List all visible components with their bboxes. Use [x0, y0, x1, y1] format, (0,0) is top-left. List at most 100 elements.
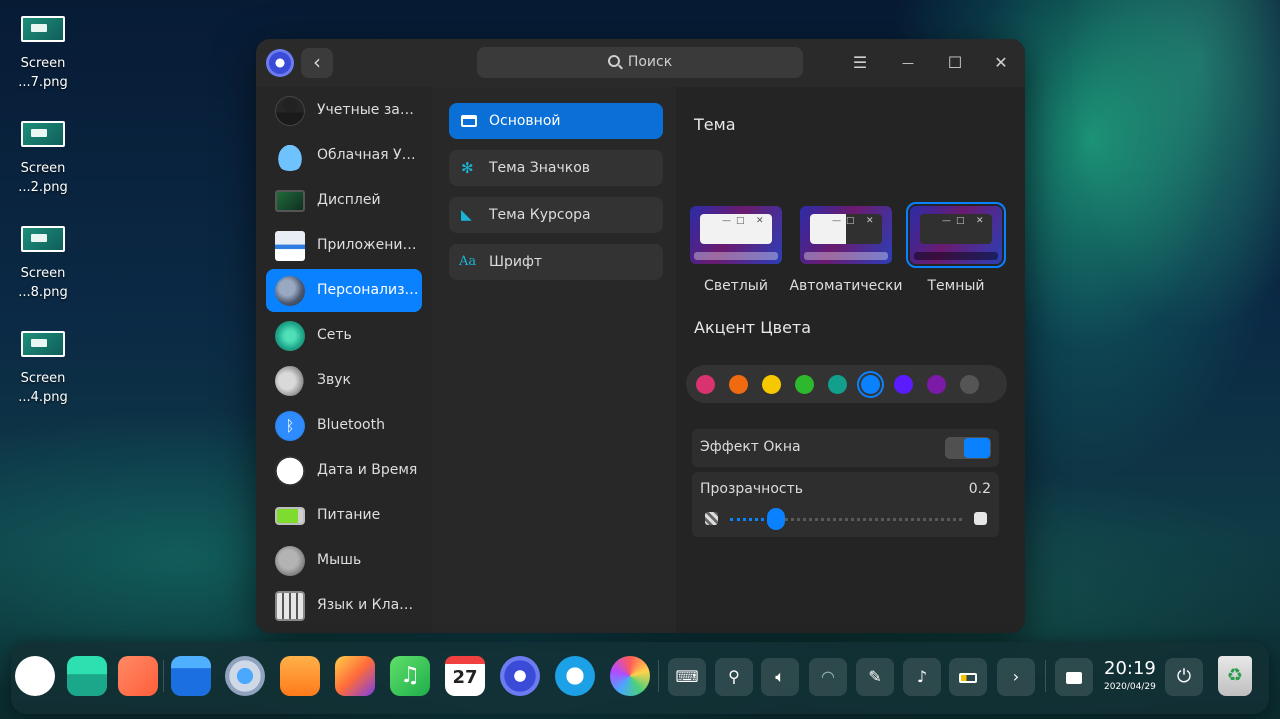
- subnav: Основной ✻ Тема Значков ◣ Тема Курсора A…: [432, 87, 676, 633]
- accent-title: Акцент Цвета: [694, 318, 812, 337]
- usb-icon[interactable]: ⚲: [715, 658, 753, 696]
- desktop-file-4[interactable]: Screen ...4.png: [14, 331, 72, 407]
- file-manager-icon[interactable]: [171, 656, 211, 696]
- accent-swatch-yellow[interactable]: [762, 375, 781, 394]
- battery-icon: [275, 507, 305, 525]
- accent-swatch-teal[interactable]: [828, 375, 847, 394]
- personalization-icon: [275, 276, 305, 306]
- sidebar-item-bluetooth[interactable]: ᛒ Bluetooth: [266, 404, 422, 447]
- theme-light-preview[interactable]: — □ ✕: [690, 206, 782, 264]
- sidebar-item-default-apps[interactable]: Приложения по умолчанию: [266, 224, 422, 267]
- accent-swatch-orange[interactable]: [729, 375, 748, 394]
- launcher-icon[interactable]: [15, 656, 55, 696]
- power-icon[interactable]: ⏻: [1165, 658, 1203, 696]
- close-button[interactable]: ✕: [987, 49, 1015, 77]
- subnav-item-general[interactable]: Основной: [449, 103, 663, 139]
- sidebar-item-accounts[interactable]: Учетные записи: [266, 89, 422, 132]
- settings-window: ‹ Поиск ☰ — ☐ ✕ Учетные записи Облачная …: [256, 39, 1025, 633]
- music-icon[interactable]: ♫: [390, 656, 430, 696]
- desktop-file-name: Screen ...2.png: [18, 161, 68, 195]
- keyboard-icon[interactable]: ⌨: [668, 658, 706, 696]
- subnav-item-cursor-theme[interactable]: ◣ Тема Курсора: [449, 197, 663, 233]
- pen-icon[interactable]: ✎: [856, 658, 894, 696]
- volume-icon[interactable]: 🔈︎: [761, 658, 799, 696]
- dock-separator: [658, 660, 659, 692]
- window-icon: [461, 115, 477, 127]
- sidebar-item-network[interactable]: Сеть: [266, 314, 422, 357]
- window-effect-toggle[interactable]: [945, 437, 991, 459]
- minimize-button[interactable]: —: [894, 49, 922, 77]
- chevron-right-icon[interactable]: ›: [997, 658, 1035, 696]
- subnav-item-icon-theme[interactable]: ✻ Тема Значков: [449, 150, 663, 186]
- desktop-file-3[interactable]: Screen ...8.png: [14, 226, 72, 302]
- image-viewer-icon[interactable]: [335, 656, 375, 696]
- transparency-slider-handle[interactable]: [767, 508, 786, 530]
- sidebar-item-power[interactable]: Питание: [266, 494, 422, 537]
- theme-auto-label: Автоматически: [789, 278, 903, 294]
- bell-icon[interactable]: ♪: [903, 658, 941, 696]
- theme-title: Тема: [694, 115, 736, 134]
- subnav-item-font[interactable]: Aa Шрифт: [449, 244, 663, 280]
- sidebar-item-display[interactable]: Дисплей: [266, 179, 422, 222]
- mouse-icon: [275, 546, 305, 576]
- sidebar-item-datetime[interactable]: Дата и Время: [266, 449, 422, 492]
- battery-icon[interactable]: [949, 658, 987, 696]
- theme-auto-preview[interactable]: — □ ✕: [800, 206, 892, 264]
- input-method-icon[interactable]: [1055, 658, 1093, 696]
- settings-app-icon: [266, 49, 294, 77]
- sidebar-item-label: Приложения по умолчанию: [317, 237, 421, 253]
- window-effect-label: Эффект Окна: [700, 439, 801, 455]
- image-file-icon: [21, 226, 65, 252]
- back-button[interactable]: ‹: [301, 48, 333, 78]
- sidebar-item-mouse[interactable]: Мышь: [266, 539, 422, 582]
- dock-separator: [1045, 660, 1046, 692]
- browser-icon[interactable]: [225, 656, 265, 696]
- accent-swatch-blue[interactable]: [861, 375, 880, 394]
- dock-separator: [163, 660, 164, 692]
- general-settings: Тема — □ ✕ — □ ✕ — □ ✕ Светлый Автоматически Т…: [676, 87, 1025, 633]
- transparency-value: 0.2: [968, 481, 991, 497]
- calendar-day: 27: [452, 667, 478, 688]
- sound-icon: [275, 366, 305, 396]
- accent-swatch-indigo[interactable]: [894, 375, 913, 394]
- window-effect-row: Эффект Окна: [692, 429, 999, 467]
- menu-button[interactable]: ☰: [846, 49, 874, 77]
- theme-dark-preview[interactable]: — □ ✕: [906, 202, 1006, 268]
- desktop-file-2[interactable]: Screen ...2.png: [14, 121, 72, 197]
- accent-swatch-green[interactable]: [795, 375, 814, 394]
- wifi-icon[interactable]: ◠: [809, 658, 847, 696]
- desktop-file-1[interactable]: Screen ...7.png: [14, 16, 72, 92]
- sidebar-item-keyboard[interactable]: Язык и Клавиатура: [266, 584, 422, 627]
- settings-icon[interactable]: [500, 656, 540, 696]
- transparency-high-icon: [974, 512, 987, 525]
- sidebar-item-sound[interactable]: Звук: [266, 359, 422, 402]
- search-placeholder: Поиск: [627, 54, 673, 70]
- icon-theme-icon: ✻: [461, 159, 474, 177]
- search-input[interactable]: Поиск: [477, 47, 803, 78]
- default-apps-icon: [275, 231, 305, 261]
- clock-date: 2020/04/29: [1104, 682, 1156, 692]
- font-icon: Aa: [459, 254, 477, 269]
- sidebar-item-personalization[interactable]: Персонализация: [266, 269, 422, 312]
- deepin-assistant-icon[interactable]: [555, 656, 595, 696]
- dock: ♫ 27 ⌨ ⚲ 🔈︎ ◠ ✎ ♪ › 20:19 2020/04/29 ⏻ ♻: [11, 642, 1269, 714]
- sidebar-item-cloud[interactable]: Облачная Учетная запись: [266, 134, 422, 177]
- clock-time[interactable]: 20:19: [1104, 658, 1156, 679]
- accent-swatch-gray[interactable]: [960, 375, 979, 394]
- app-store-bag-icon[interactable]: [280, 656, 320, 696]
- subnav-item-label: Основной: [489, 113, 561, 129]
- display-icon: [275, 190, 305, 212]
- theme-light-label: Светлый: [704, 278, 768, 294]
- maximize-button[interactable]: ☐: [941, 49, 969, 77]
- app-store-icon[interactable]: [118, 656, 158, 696]
- multitask-view-icon[interactable]: [67, 656, 107, 696]
- theme-dark-label: Темный: [927, 278, 985, 294]
- desktop-file-name: Screen ...4.png: [18, 371, 68, 405]
- calendar-icon[interactable]: 27: [445, 656, 485, 696]
- draw-icon[interactable]: [610, 656, 650, 696]
- user-accounts-icon: [275, 96, 305, 126]
- trash-icon[interactable]: ♻: [1218, 656, 1252, 696]
- accent-swatch-pink[interactable]: [696, 375, 715, 394]
- accent-swatch-purple[interactable]: [927, 375, 946, 394]
- accent-color-picker: [686, 365, 1007, 403]
